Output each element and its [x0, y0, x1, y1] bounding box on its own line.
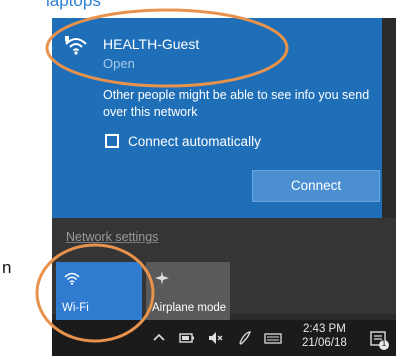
network-status: Open — [103, 56, 135, 71]
connect-automatically-label[interactable]: Connect automatically — [128, 134, 261, 149]
wifi-tile-label: Wi-Fi — [62, 302, 89, 314]
caption-side: n — [2, 258, 12, 277]
airplane-mode-tile[interactable]: Airplane mode — [146, 262, 230, 320]
keyboard-icon[interactable] — [264, 329, 282, 347]
airplane-icon — [155, 271, 169, 285]
pen-icon[interactable] — [236, 329, 254, 347]
taskbar-clock[interactable]: 2:43 PM 21/06/18 — [302, 322, 347, 350]
connect-button[interactable]: Connect — [252, 170, 380, 202]
caption-top: laptops — [46, 0, 101, 10]
battery-icon[interactable] — [178, 329, 196, 347]
notification-count: 1 — [381, 339, 387, 348]
network-ssid: HEALTH-Guest — [103, 36, 200, 52]
wifi-icon — [64, 272, 80, 285]
clock-time: 2:43 PM — [302, 323, 346, 335]
volume-muted-icon[interactable] — [206, 329, 224, 347]
wifi-shield-icon — [65, 36, 87, 55]
security-warning: Other people might be able to see info y… — [103, 88, 370, 119]
network-settings-link[interactable]: Network settings — [66, 230, 158, 244]
connect-automatically-checkbox[interactable] — [105, 134, 119, 148]
clock-date: 21/06/18 — [302, 337, 347, 349]
wifi-toggle-tile[interactable]: Wi-Fi — [56, 262, 142, 320]
action-center-button[interactable]: 1 — [368, 329, 390, 351]
airplane-tile-label: Airplane mode — [152, 302, 227, 314]
chevron-up-icon[interactable] — [150, 329, 168, 347]
